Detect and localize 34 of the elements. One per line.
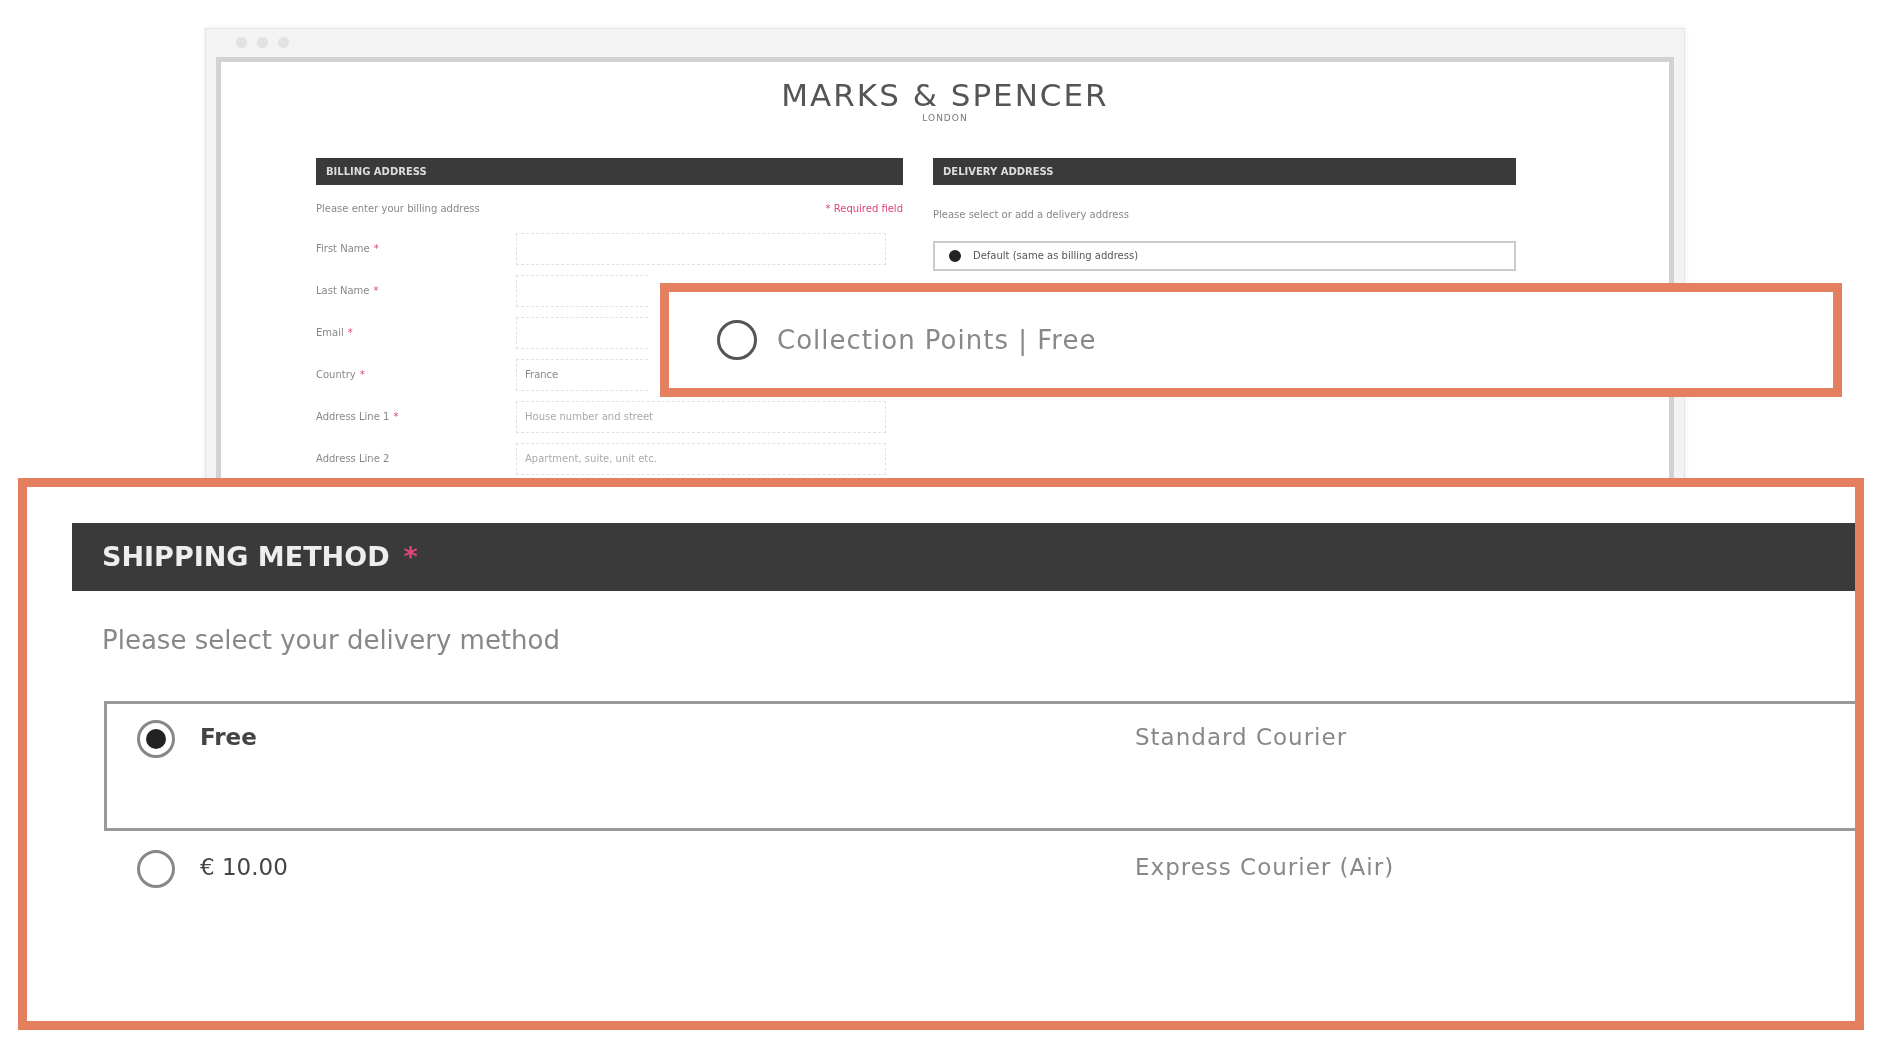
option-label: Collection Points | Free: [777, 323, 1097, 358]
radio-button[interactable]: [137, 850, 175, 888]
radio-button[interactable]: [717, 320, 757, 360]
service-name: Standard Courier: [1135, 723, 1348, 752]
input-field[interactable]: House number and street: [516, 400, 886, 433]
required-mark: *: [403, 539, 418, 574]
radio-button[interactable]: [949, 249, 961, 262]
section-header: DELIVERY ADDRESS: [933, 157, 1516, 185]
shipping-option[interactable]: Free Standard Courier: [104, 701, 1855, 831]
input-field[interactable]: [516, 274, 648, 307]
field-label: Last Name *: [316, 284, 380, 299]
price-text: Free: [199, 723, 258, 752]
price-text: € 10.00: [199, 853, 289, 882]
field-label: First Name *: [316, 242, 380, 257]
required-note: * Required field: [825, 201, 903, 216]
shipping-option[interactable]: € 10.00 Express Courier (Air): [104, 831, 1855, 963]
field-label: Country *: [316, 368, 366, 383]
section-header: BILLING ADDRESS: [316, 157, 903, 185]
input-field[interactable]: France: [516, 358, 648, 391]
logo[interactable]: MARKS & SPENCER: [316, 61, 1574, 113]
input-field[interactable]: [516, 316, 648, 349]
field-label: Address Line 2: [316, 452, 391, 467]
instruction-text: Please select your delivery method: [102, 625, 560, 655]
radio-button[interactable]: [137, 720, 175, 758]
input-field[interactable]: [516, 232, 886, 265]
section-title: SHIPPING METHOD: [102, 539, 390, 574]
logo-subtitle: LONDON: [921, 112, 969, 126]
input-field[interactable]: Apartment, suite, unit etc.: [516, 442, 886, 475]
field-label: Email *: [316, 326, 354, 341]
instruction-text: Please select or add a delivery address: [933, 208, 1129, 220]
service-name: Express Courier (Air): [1135, 853, 1395, 882]
instruction-text: Please enter your billing address: [316, 201, 480, 216]
address-option[interactable]: Default (same as billing address): [933, 240, 1516, 271]
field-label: Address Line 1 *: [316, 410, 400, 425]
